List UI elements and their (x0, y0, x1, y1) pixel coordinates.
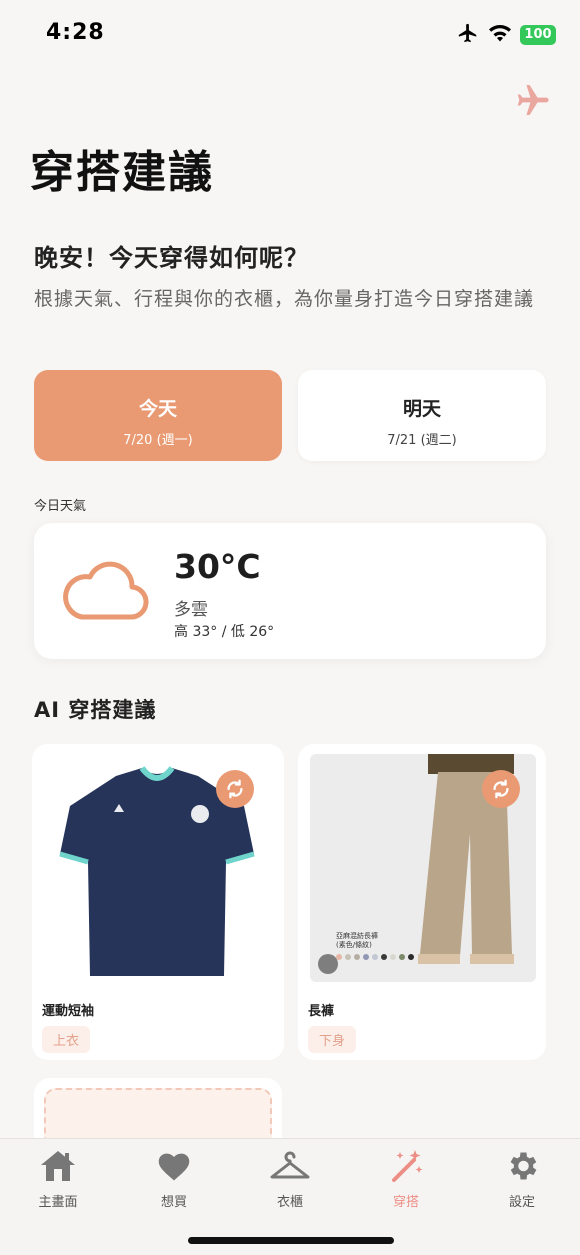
tab-settings-label: 設定 (508, 1195, 535, 1210)
tab-home-label: 主畫面 (38, 1195, 78, 1210)
tab-today[interactable]: 今天 7/20 (週一) (34, 370, 282, 461)
tab-outfit-label: 穿搭 (392, 1195, 419, 1210)
tab-tomorrow-date: 7/21 (週二) (387, 433, 457, 448)
outfit-card-bottom[interactable]: 亞麻混紡長褲 (素色/條紋) 長褲 下身 (298, 744, 546, 1060)
jersey-image (44, 754, 270, 982)
weather-condition: 多雲 (174, 600, 208, 620)
tab-wishlist-label: 想買 (160, 1195, 187, 1210)
page-title: 穿搭建議 (30, 147, 214, 198)
weather-card: 30°C 多雲 高 33° / 低 26° (34, 523, 546, 659)
tab-tomorrow[interactable]: 明天 7/21 (週二) (298, 370, 546, 461)
weather-section-label: 今日天氣 (34, 499, 87, 514)
tab-wishlist[interactable]: 想買 (116, 1145, 232, 1210)
wifi-icon (488, 23, 512, 47)
item-tag-bottom: 下身 (308, 1026, 357, 1053)
tab-wardrobe[interactable]: 衣櫃 (232, 1145, 348, 1210)
airplane-mode-icon (456, 22, 480, 48)
ai-suggestions-title: AI 穿搭建議 (34, 698, 157, 722)
battery-indicator: 100 (520, 25, 556, 45)
status-icons: 100 (456, 22, 556, 48)
tab-today-date: 7/20 (週一) (123, 433, 193, 448)
image-search-icon[interactable] (318, 954, 338, 974)
temperature: 30°C (174, 547, 261, 586)
travel-button[interactable] (510, 80, 554, 120)
subtitle: 根據天氣、行程與你的衣櫃，為你量身打造今日穿搭建議 (34, 288, 535, 310)
home-indicator (188, 1237, 394, 1244)
refresh-icon (227, 779, 243, 799)
pants-label-line1: 亞麻混紡長褲 (336, 932, 378, 940)
pants-image-label: 亞麻混紡長褲 (素色/條紋) (336, 932, 378, 950)
tab-wardrobe-label: 衣櫃 (276, 1195, 303, 1210)
tab-settings[interactable]: 設定 (464, 1145, 580, 1210)
pants-label-line2: (素色/條紋) (336, 941, 372, 949)
heart-icon (116, 1145, 232, 1187)
cloud-icon (60, 559, 150, 627)
greeting: 晚安！今天穿得如何呢？ (34, 244, 309, 272)
tab-tomorrow-label: 明天 (402, 398, 441, 420)
refresh-top-button[interactable] (216, 770, 254, 808)
gear-icon (464, 1145, 580, 1187)
pants-image: 亞麻混紡長褲 (素色/條紋) (310, 754, 536, 982)
tab-home[interactable]: 主畫面 (0, 1145, 116, 1210)
tab-outfit[interactable]: 穿搭 (348, 1145, 464, 1210)
refresh-icon (493, 779, 509, 799)
hanger-icon (232, 1145, 348, 1187)
item-tag-top: 上衣 (42, 1026, 91, 1053)
status-time: 4:28 (46, 20, 105, 45)
refresh-bottom-button[interactable] (482, 770, 520, 808)
magic-wand-icon (348, 1145, 464, 1187)
airplane-icon (517, 84, 549, 116)
status-bar: 4:28 100 (0, 0, 580, 64)
item-name-top: 運動短袖 (42, 1004, 95, 1019)
color-swatches (336, 954, 414, 960)
item-name-bottom: 長褲 (308, 1004, 335, 1019)
temperature-range: 高 33° / 低 26° (174, 624, 275, 640)
home-icon (0, 1145, 116, 1187)
outfit-card-top[interactable]: 運動短袖 上衣 (32, 744, 284, 1060)
tab-today-label: 今天 (138, 398, 177, 420)
